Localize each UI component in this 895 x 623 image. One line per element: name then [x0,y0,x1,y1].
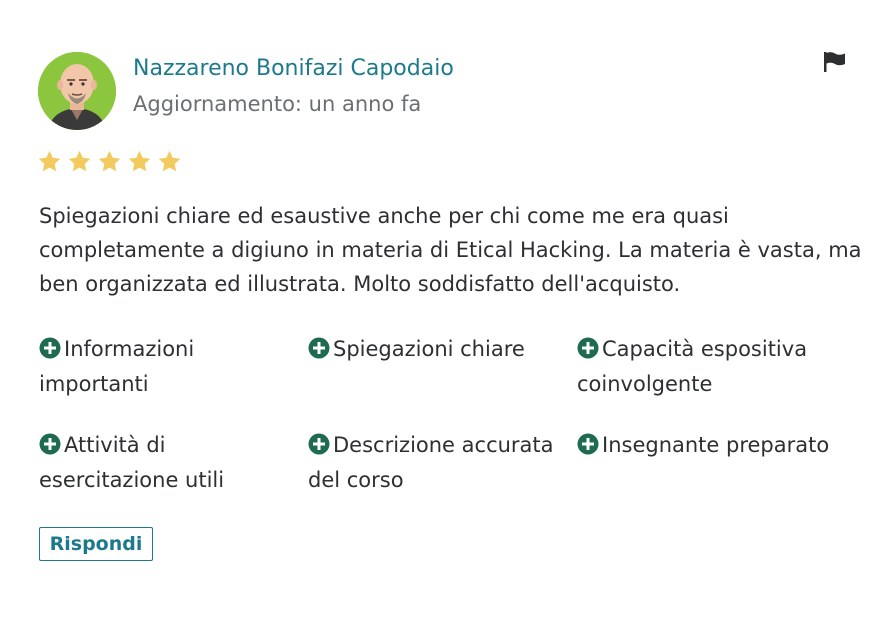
tag-label: Informazioni importanti [39,337,195,396]
plus-circle-icon [577,431,599,455]
plus-circle-icon [39,335,61,359]
avatar [38,52,116,130]
tag-label: Attività di esercitazione utili [39,433,225,492]
star-rating [37,149,187,174]
star-icon [127,149,152,174]
plus-circle-icon [308,431,330,455]
plus-circle-icon [308,335,330,359]
flag-icon[interactable] [822,50,848,74]
star-icon [157,149,182,174]
tag-label: Insegnante preparato [602,433,830,457]
tag-label: Capacità espositiva coinvolgente [577,337,808,396]
star-icon [37,149,62,174]
tag-label: Spiegazioni chiare [333,337,525,361]
updated-time: Aggiornamento: un anno fa [133,92,422,116]
tag-item: Insegnante preparato [577,428,867,498]
reply-button[interactable]: Rispondi [39,527,153,561]
tag-item: Informazioni importanti [39,332,308,402]
review-card: Nazzareno Bonifazi Capodaio Aggiornament… [0,0,895,623]
tag-item: Capacità espositiva coinvolgente [577,332,867,402]
tag-item: Spiegazioni chiare [308,332,577,402]
author-name[interactable]: Nazzareno Bonifazi Capodaio [133,56,454,81]
tag-label: Descrizione accurata del corso [308,433,554,492]
tag-item: Attività di esercitazione utili [39,428,308,498]
plus-circle-icon [577,335,599,359]
star-icon [67,149,92,174]
tag-item: Descrizione accurata del corso [308,428,577,498]
review-tags: Informazioni importanti Spiegazioni chia… [39,332,869,498]
star-icon [97,149,122,174]
review-text: Spiegazioni chiare ed esaustive anche pe… [39,204,862,296]
plus-circle-icon [39,431,61,455]
